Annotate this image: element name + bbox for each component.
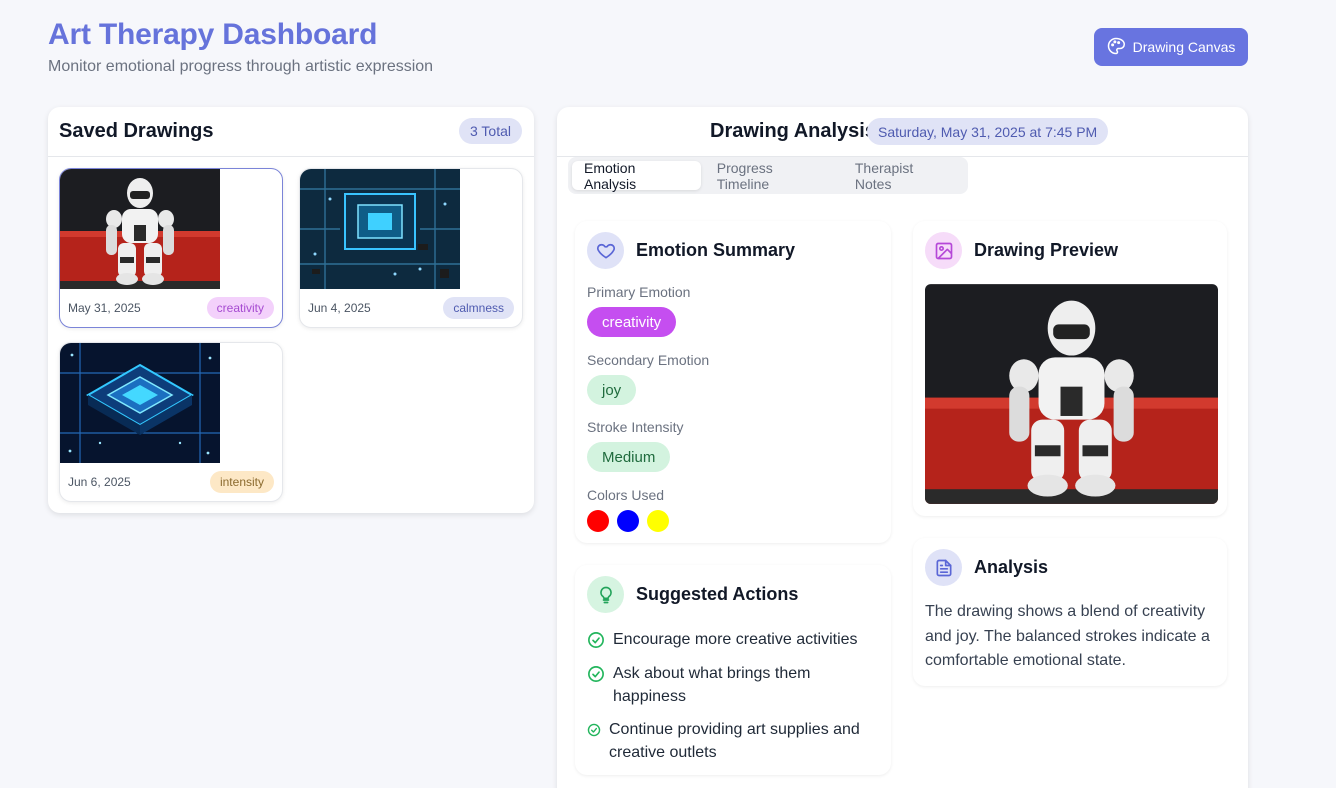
palette-icon [1107,37,1125,58]
check-circle-icon [588,632,604,648]
action-item: Ask about what brings them happiness [587,662,857,708]
robot-image [60,169,220,289]
primary-emotion-value: creativity [587,307,677,337]
suggested-actions-card: Suggested Actions Encourage more creativ… [575,565,891,775]
drawing-preview-card: Drawing Preview [913,221,1227,516]
document-icon [925,549,962,586]
check-circle-icon [588,666,604,682]
circuit-board-image [300,169,460,289]
robot-image [925,284,1218,504]
saved-drawings-panel: Saved Drawings 3 Total May 31, 2025 crea… [48,107,534,513]
stroke-intensity-value: Medium [587,442,671,472]
drawing-date: May 31, 2025 [68,301,141,315]
drawing-card[interactable]: May 31, 2025 creativity [59,168,283,328]
drawing-analysis-title: Drawing Analysis [710,120,876,142]
image-icon [925,232,962,269]
analysis-date-badge: Saturday, May 31, 2025 at 7:45 PM [867,118,1109,145]
action-item: Continue providing art supplies and crea… [587,718,882,764]
drawing-date: Jun 6, 2025 [68,475,131,489]
check-circle-icon [587,723,601,737]
secondary-emotion-label: Secondary Emotion [587,352,710,368]
analysis-body: The drawing shows a blend of creativity … [925,603,1210,669]
emotion-summary-card: Emotion Summary Primary Emotion creativi… [575,221,891,543]
color-swatch [647,510,669,532]
emotion-tag: calmness [443,297,514,319]
drawing-canvas-label: Drawing Canvas [1132,39,1236,55]
secondary-emotion-value: joy [587,375,637,405]
emotion-tag: creativity [206,297,274,319]
tab-therapist-notes[interactable]: Therapist Notes [843,160,964,192]
microchip-image [60,343,220,463]
emotion-tag: intensity [209,471,274,493]
divider [48,156,534,157]
primary-emotion-label: Primary Emotion [587,284,691,300]
color-swatch [617,510,639,532]
tab-progress-timeline[interactable]: Progress Timeline [705,160,839,192]
action-text: Continue providing art supplies and crea… [609,721,860,761]
action-text: Encourage more creative activities [613,631,858,648]
action-text: Ask about what brings them happiness [613,665,811,705]
action-item: Encourage more creative activities [587,628,877,651]
tab-emotion-analysis[interactable]: Emotion Analysis [572,160,701,192]
drawing-analysis-panel: Drawing Analysis Saturday, May 31, 2025 … [557,107,1248,788]
saved-drawings-title: Saved Drawings [59,120,214,142]
drawing-preview-title: Drawing Preview [974,240,1119,260]
drawing-date: Jun 4, 2025 [308,301,371,315]
stroke-intensity-label: Stroke Intensity [587,419,684,435]
total-count-badge: 3 Total [459,118,522,144]
drawing-card[interactable]: Jun 6, 2025 intensity [59,342,283,502]
analysis-tabs: Emotion Analysis Progress Timeline Thera… [568,157,968,194]
colors-used-label: Colors Used [587,487,665,503]
page-subtitle: Monitor emotional progress through artis… [48,58,434,75]
analysis-title: Analysis [974,557,1049,577]
lightbulb-icon [587,576,624,613]
color-swatch [587,510,609,532]
emotion-summary-title: Emotion Summary [636,240,796,260]
drawing-card[interactable]: Jun 4, 2025 calmness [299,168,523,328]
page-title: Art Therapy Dashboard [48,18,378,51]
heart-icon [587,232,624,269]
suggested-actions-title: Suggested Actions [636,584,799,604]
drawing-canvas-button[interactable]: Drawing Canvas [1094,28,1248,66]
text-analysis-card: Analysis The drawing shows a blend of cr… [913,538,1227,686]
